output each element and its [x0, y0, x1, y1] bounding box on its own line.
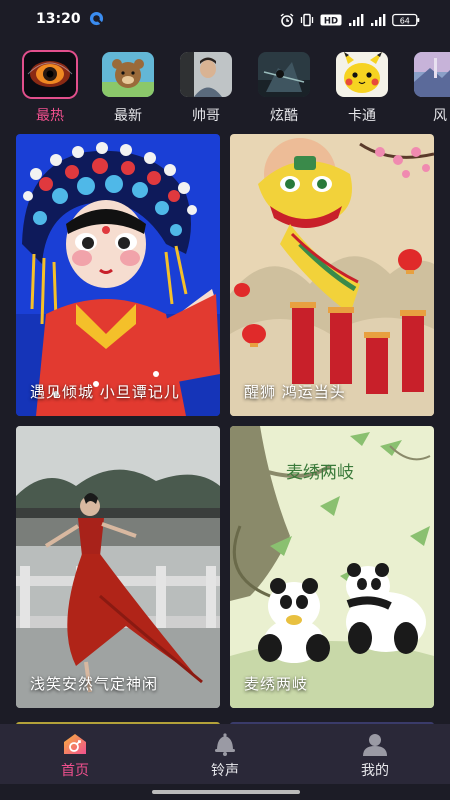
- category-item-new[interactable]: 最新: [96, 48, 160, 128]
- lion-dance-image: [230, 134, 434, 416]
- wallpaper-card-lion[interactable]: 醒狮 鸿运当头: [230, 134, 434, 416]
- opera-girl-image: [16, 134, 220, 416]
- hd-icon: HD: [320, 14, 342, 27]
- category-item-cartoon[interactable]: 卡通: [330, 48, 394, 128]
- wallpaper-card-opera[interactable]: 遇见倾城 小旦谭记儿: [16, 134, 220, 416]
- gesture-home-indicator[interactable]: [152, 790, 300, 794]
- wallpaper-title: 麦绣两岐: [244, 675, 309, 693]
- home-icon: [64, 734, 86, 754]
- category-label: 最新: [114, 108, 142, 124]
- wallpaper-title: 浅笑安然气定神闲: [30, 675, 159, 693]
- profile-icon: [363, 734, 387, 756]
- category-label: 炫酷: [270, 108, 298, 124]
- battery-level: 64: [400, 17, 410, 26]
- tab-label: 铃声: [211, 763, 239, 779]
- bell-icon: [215, 733, 235, 756]
- status-icons: HD 64: [280, 12, 420, 28]
- category-item-hot[interactable]: 最热: [18, 48, 82, 128]
- category-item-cool[interactable]: 炫酷: [252, 48, 316, 128]
- panda-painting-image: 麦绣两岐: [230, 426, 434, 708]
- tab-ringtone[interactable]: 铃声: [175, 724, 275, 784]
- landscape-thumbnail: [414, 52, 450, 97]
- painting-calligraphy: 麦绣两岐: [286, 463, 354, 483]
- galaxy-eye-thumbnail: [24, 52, 76, 97]
- wallpaper-title: 醒狮 鸿运当头: [244, 383, 346, 401]
- vibrate-icon: [300, 13, 314, 27]
- category-label: 帅哥: [192, 108, 220, 124]
- signal-icon-2: [371, 14, 386, 26]
- category-label: 最热: [36, 108, 64, 124]
- status-time: 13:20: [36, 11, 81, 27]
- wallpaper-grid: 遇见倾城 小旦谭记儿 醒狮 鸿运当头 浅笑安然气定神闲 麦绣两岐 麦绣两岐: [0, 134, 450, 724]
- hd-label: HD: [324, 17, 338, 27]
- status-bar: 13:20 HD 64: [0, 0, 450, 40]
- dancer-woman-image: [16, 426, 220, 708]
- wallpaper-card-panda[interactable]: 麦绣两岐 麦绣两岐: [230, 426, 434, 708]
- battery-icon: 64: [392, 13, 420, 27]
- alarm-icon: [280, 13, 294, 27]
- category-label: 风: [433, 108, 447, 124]
- wallpaper-card-dancer[interactable]: 浅笑安然气定神闲: [16, 426, 220, 708]
- category-item-scenery[interactable]: 风: [408, 48, 450, 128]
- tab-label: 我的: [361, 763, 389, 779]
- tab-label: 首页: [61, 763, 89, 779]
- man-portrait-thumbnail: [180, 52, 232, 97]
- soldier-scene-thumbnail: [258, 52, 310, 97]
- cartoon-bear-thumbnail: [102, 52, 154, 97]
- pikachu-thumbnail: [336, 52, 388, 97]
- category-item-handsome[interactable]: 帅哥: [174, 48, 238, 128]
- wallpaper-title: 遇见倾城 小旦谭记儿: [30, 383, 180, 401]
- bottom-tab-bar: 首页 铃声 我的: [0, 724, 450, 784]
- signal-icon: [349, 14, 364, 26]
- category-label: 卡通: [348, 108, 376, 124]
- app-notification-icon: [89, 11, 104, 26]
- tab-home[interactable]: 首页: [25, 724, 125, 784]
- tab-mine[interactable]: 我的: [325, 724, 425, 784]
- category-bar: 最热 最新 帅哥 炫酷 卡通 风: [0, 48, 450, 128]
